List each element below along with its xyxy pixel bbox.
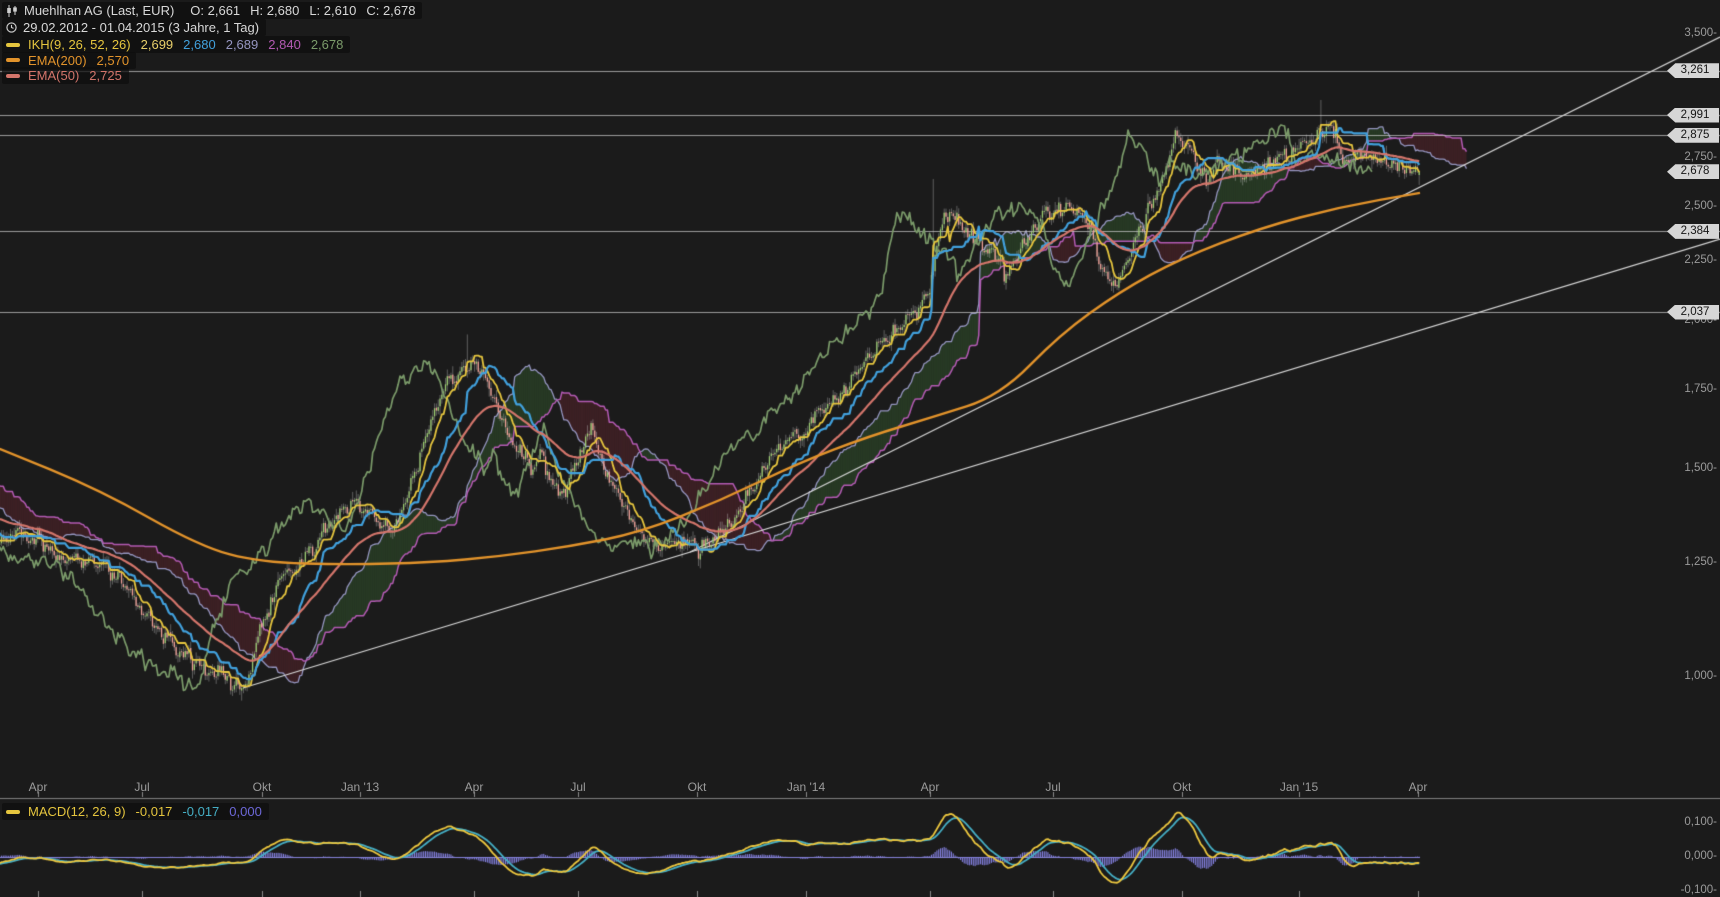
ohlc-value: C: 2,678 bbox=[366, 3, 415, 18]
legend-value: -0,017 bbox=[136, 804, 173, 819]
date-range-row: 29.02.2012 - 01.04.2015 (3 Jahre, 1 Tag) bbox=[2, 19, 266, 36]
y-tick-label: 2,750- bbox=[1684, 151, 1717, 163]
legend-value: EMA(200) bbox=[28, 53, 87, 68]
legend-value: EMA(50) bbox=[28, 68, 79, 83]
price-marker-badge: 2,991 bbox=[1667, 108, 1719, 123]
legend-value: 2,725 bbox=[89, 68, 122, 83]
x-tick-label: Apr bbox=[1409, 780, 1428, 794]
candlestick-chart-icon bbox=[6, 5, 18, 17]
legend-swatch-icon bbox=[6, 74, 20, 78]
chart-window: Muehlhan AG (Last, EUR) O: 2,661 H: 2,680… bbox=[0, 0, 1720, 897]
legend-value: 2,570 bbox=[97, 53, 130, 68]
legend-value: 2,680 bbox=[183, 37, 216, 52]
y-tick-label: 1,000- bbox=[1684, 670, 1717, 682]
price-marker-badge: 3,261 bbox=[1667, 63, 1719, 78]
legend-row-ema200[interactable]: EMA(200) 2,570 bbox=[2, 52, 136, 69]
legend-swatch-icon bbox=[6, 810, 20, 814]
ohlc-value: L: 2,610 bbox=[309, 3, 356, 18]
x-tick-label: Jul bbox=[570, 780, 585, 794]
macd-tick-label: -0,100- bbox=[1681, 884, 1717, 896]
legend-value: 2,689 bbox=[226, 37, 259, 52]
y-tick-label: 1,250- bbox=[1684, 556, 1717, 568]
price-chart-canvas[interactable] bbox=[0, 0, 1720, 897]
price-marker-badge: 2,037 bbox=[1667, 305, 1719, 320]
x-tick-label: Apr bbox=[465, 780, 484, 794]
macd-tick-label: 0,100- bbox=[1684, 816, 1717, 828]
clock-icon bbox=[6, 22, 17, 33]
price-marker-badge: 2,384 bbox=[1667, 224, 1719, 239]
ohlc-value: O: 2,661 bbox=[190, 3, 240, 18]
x-tick-label: Jan '14 bbox=[787, 780, 825, 794]
legend-value: 2,840 bbox=[268, 37, 301, 52]
legend-row-ikh[interactable]: IKH(9, 26, 52, 26) 2,699 2,680 2,689 2,840 2,… bbox=[2, 36, 350, 53]
y-tick-label: 3,500- bbox=[1684, 27, 1717, 39]
ohlc-value: H: 2,680 bbox=[250, 3, 299, 18]
y-tick-label: 1,750- bbox=[1684, 383, 1717, 395]
y-tick-label: 1,500- bbox=[1684, 462, 1717, 474]
instrument-title: Muehlhan AG (Last, EUR) bbox=[24, 3, 174, 18]
legend-value: -0,017 bbox=[182, 804, 219, 819]
x-tick-label: Okt bbox=[253, 780, 272, 794]
x-tick-label: Okt bbox=[1173, 780, 1192, 794]
legend-swatch-icon bbox=[6, 58, 20, 62]
legend-value: 0,000 bbox=[229, 804, 262, 819]
ohlc-values: O: 2,661 H: 2,680 L: 2,610 C: 2,678 bbox=[180, 3, 415, 18]
price-marker-badge: 2,875 bbox=[1667, 128, 1719, 143]
y-tick-label: 2,500- bbox=[1684, 200, 1717, 212]
legend-row-macd[interactable]: MACD(12, 26, 9) -0,017 -0,017 0,000 bbox=[2, 803, 269, 820]
instrument-header: Muehlhan AG (Last, EUR) O: 2,661 H: 2,680… bbox=[2, 2, 422, 19]
x-tick-label: Jan '13 bbox=[341, 780, 379, 794]
legend-row-ema50[interactable]: EMA(50) 2,725 bbox=[2, 67, 129, 84]
y-tick-label: 2,250- bbox=[1684, 254, 1717, 266]
legend-value: IKH(9, 26, 52, 26) bbox=[28, 37, 131, 52]
x-tick-label: Jan '15 bbox=[1280, 780, 1318, 794]
x-tick-label: Apr bbox=[29, 780, 48, 794]
macd-tick-label: 0,000- bbox=[1684, 850, 1717, 862]
legend-value: 2,699 bbox=[141, 37, 174, 52]
x-tick-label: Okt bbox=[688, 780, 707, 794]
legend-value: 2,678 bbox=[311, 37, 344, 52]
x-tick-label: Jul bbox=[1045, 780, 1060, 794]
date-range-label: 29.02.2012 - 01.04.2015 (3 Jahre, 1 Tag) bbox=[23, 20, 259, 35]
legend-swatch-icon bbox=[6, 43, 20, 47]
legend-value: MACD(12, 26, 9) bbox=[28, 804, 126, 819]
price-marker-badge: 2,678 bbox=[1667, 164, 1719, 179]
x-tick-label: Apr bbox=[921, 780, 940, 794]
x-tick-label: Jul bbox=[134, 780, 149, 794]
